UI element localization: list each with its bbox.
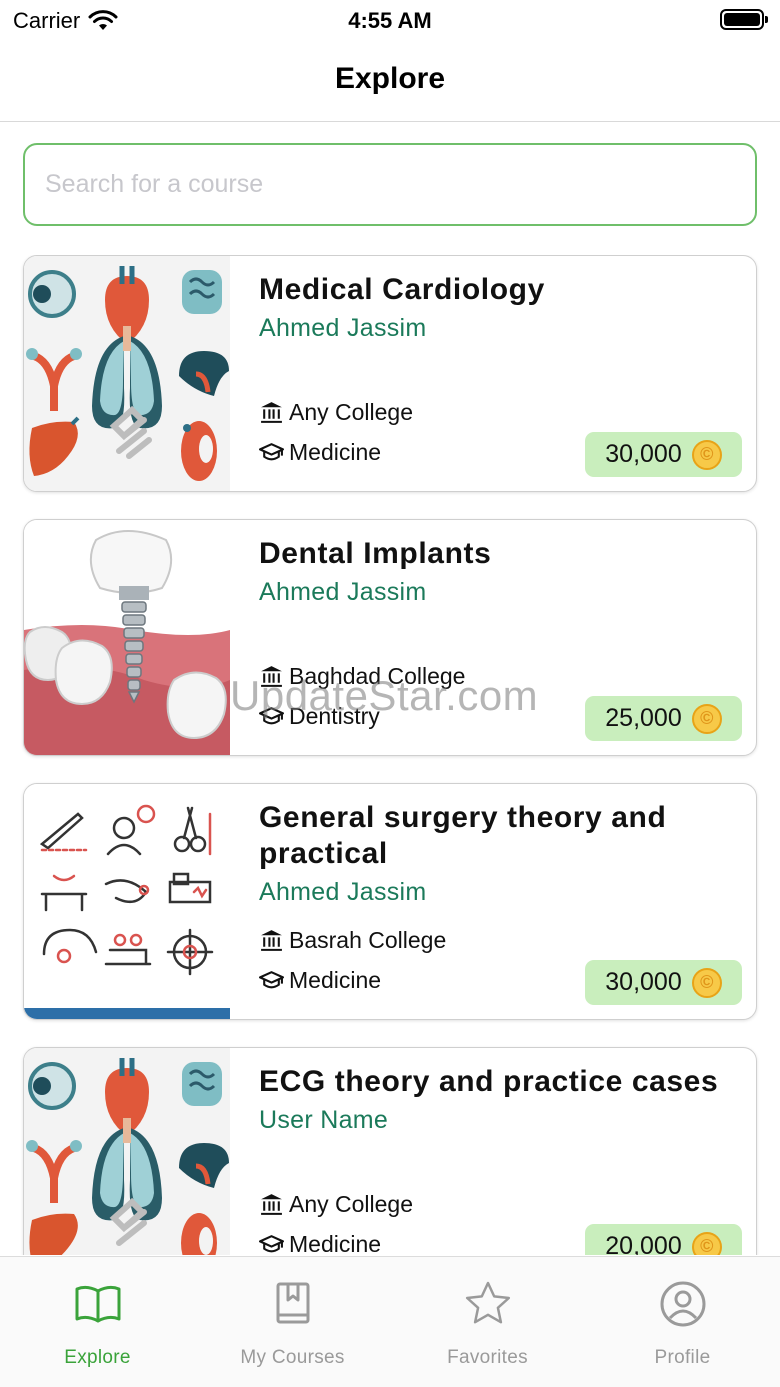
- tab-label: My Courses: [240, 1347, 345, 1368]
- tab-label: Explore: [64, 1347, 131, 1368]
- page-title: Explore: [334, 62, 446, 95]
- college-row: Any College: [259, 399, 413, 426]
- department-name: Medicine: [289, 967, 382, 993]
- price-value: 30,000: [605, 440, 682, 468]
- status-time: 4:55 AM: [348, 8, 432, 33]
- department-row: Medicine: [259, 1231, 381, 1255]
- price-badge: 25,000 ©: [585, 696, 742, 741]
- department-row: Medicine: [259, 967, 381, 994]
- tab-favorites[interactable]: Favorites: [390, 1257, 585, 1387]
- status-bar: Carrier 4:55 AM: [0, 0, 780, 40]
- tab-explore[interactable]: Explore: [0, 1257, 195, 1387]
- tab-bar: Explore My Courses Favorites Profile: [0, 1256, 780, 1387]
- price-badge: 30,000 ©: [585, 432, 742, 477]
- course-thumbnail: [24, 256, 230, 491]
- bookmark-book-icon: [276, 1282, 309, 1324]
- price-badge: 20,000 ©: [585, 1224, 742, 1255]
- course-thumbnail: [24, 784, 230, 1019]
- watermark: UpdateStar.com: [230, 672, 539, 719]
- price-badge: 30,000 ©: [585, 960, 742, 1005]
- search-box[interactable]: [23, 143, 757, 226]
- price-value: 25,000: [605, 704, 682, 732]
- anatomy-organs-illustration: [24, 256, 230, 491]
- course-title: Medical Cardiology: [259, 273, 545, 306]
- surgery-icons-illustration: [24, 784, 230, 1019]
- coin-icon: ©: [691, 703, 722, 734]
- institution-icon: [261, 1194, 282, 1215]
- department-row: Medicine: [259, 439, 381, 466]
- course-author: User Name: [259, 1106, 389, 1134]
- graduation-cap-icon: [259, 443, 284, 461]
- department-name: Medicine: [289, 1231, 382, 1255]
- institution-icon: [261, 402, 282, 423]
- tab-my-courses[interactable]: My Courses: [195, 1257, 390, 1387]
- course-card[interactable]: Dental Implants Ahmed Jassim Baghdad Col…: [23, 519, 757, 756]
- tab-profile[interactable]: Profile: [585, 1257, 780, 1387]
- course-list[interactable]: Medical Cardiology Ahmed Jassim Any Coll…: [0, 255, 780, 1255]
- dental-implant-illustration: [24, 520, 230, 755]
- institution-icon: [261, 930, 282, 951]
- college-row: Basrah College: [259, 927, 446, 954]
- battery-icon: [720, 9, 768, 30]
- course-author: Ahmed Jassim: [259, 314, 427, 342]
- book-open-icon: [75, 1285, 120, 1323]
- course-card[interactable]: General surgery theory and practical Ahm…: [23, 783, 757, 1020]
- course-title: General surgery theory and practical: [259, 801, 667, 870]
- price-value: 30,000: [605, 968, 682, 996]
- course-card[interactable]: Medical Cardiology Ahmed Jassim Any Coll…: [23, 255, 757, 492]
- search-input[interactable]: [25, 145, 755, 224]
- course-title: Dental Implants: [259, 537, 492, 570]
- graduation-cap-icon: [259, 1235, 284, 1253]
- user-circle-icon: [660, 1281, 705, 1327]
- course-author: Ahmed Jassim: [259, 878, 427, 906]
- college-name: Basrah College: [289, 927, 447, 953]
- navigation-bar: Explore: [0, 40, 780, 122]
- college-name: Any College: [289, 1191, 414, 1217]
- course-thumbnail: [24, 1048, 230, 1255]
- graduation-cap-icon: [259, 971, 284, 989]
- anatomy-organs-illustration: [24, 1048, 230, 1255]
- course-thumbnail: [24, 520, 230, 755]
- coin-icon: ©: [691, 439, 722, 470]
- tab-label: Profile: [654, 1347, 711, 1368]
- college-name: Any College: [289, 399, 414, 425]
- college-row: Any College: [259, 1191, 413, 1218]
- star-icon: [465, 1281, 510, 1324]
- coin-icon: ©: [691, 967, 722, 998]
- tab-label: Favorites: [447, 1347, 528, 1368]
- course-title: ECG theory and practice cases: [259, 1065, 719, 1098]
- course-card[interactable]: ECG theory and practice cases User Name …: [23, 1047, 757, 1255]
- course-author: Ahmed Jassim: [259, 578, 427, 606]
- department-name: Medicine: [289, 439, 382, 465]
- price-value: 20,000: [605, 1232, 682, 1255]
- coin-icon: ©: [691, 1231, 722, 1255]
